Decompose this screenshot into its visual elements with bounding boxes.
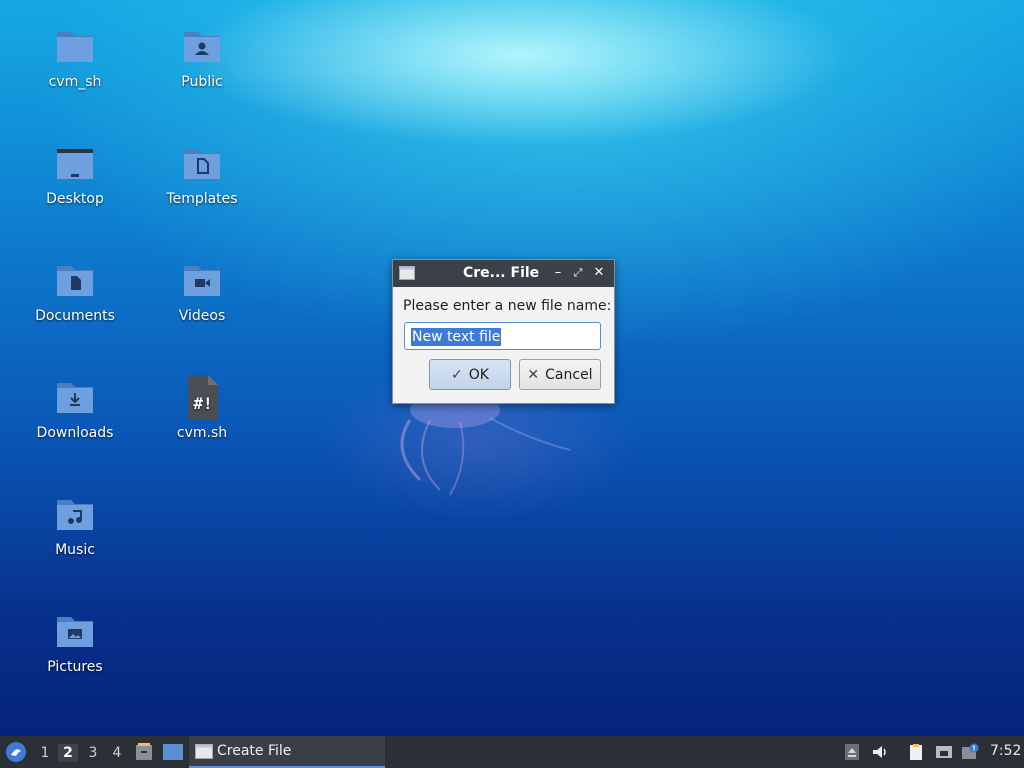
wallpaper-jellyfish: [400, 392, 571, 496]
workspace-3[interactable]: 3: [83, 744, 103, 762]
desktop-icon-pictures[interactable]: Pictures: [20, 607, 130, 707]
icon-label: Downloads: [36, 425, 114, 441]
folder-desktop-icon: [57, 149, 93, 179]
desktop-icon-cvm-sh-file[interactable]: #! cvm.sh: [147, 373, 257, 473]
folder-downloads-icon: [57, 383, 93, 413]
dialog-titlebar[interactable]: Cre... File – ⤢ ✕: [393, 260, 614, 287]
icon-label: cvm_sh: [48, 74, 102, 90]
icon-label: Public: [181, 74, 223, 90]
workspace-4[interactable]: 4: [107, 744, 127, 762]
folder-public-icon: [184, 32, 220, 62]
ok-button[interactable]: ✓ OK: [429, 359, 511, 390]
desktop-icon-documents[interactable]: Documents: [20, 256, 130, 356]
start-menu-icon[interactable]: [5, 741, 27, 763]
filename-input-value[interactable]: New text file: [411, 328, 502, 346]
desktop-icon-downloads[interactable]: Downloads: [20, 373, 130, 473]
workspace-2[interactable]: 2: [58, 744, 78, 762]
show-desktop-icon[interactable]: [162, 742, 184, 762]
clock[interactable]: 7:52: [990, 743, 1021, 759]
ok-button-label: OK: [468, 366, 489, 383]
filename-input[interactable]: New text file: [404, 322, 601, 350]
checkmark-icon: ✓: [451, 366, 463, 383]
folder-music-icon: [57, 500, 93, 530]
file-manager-icon[interactable]: [134, 742, 154, 762]
icon-label: Documents: [35, 308, 115, 324]
notification-icon[interactable]: [961, 743, 979, 761]
icon-label: cvm.sh: [176, 425, 228, 441]
task-label: Create File: [217, 743, 292, 759]
desktop-icon-templates[interactable]: Templates: [147, 139, 257, 239]
icon-label: Pictures: [47, 659, 103, 675]
desktop-icon-videos[interactable]: Videos: [147, 256, 257, 356]
eject-icon[interactable]: [843, 743, 861, 761]
folder-documents-icon: [57, 266, 93, 296]
cancel-x-icon: ✕: [527, 366, 540, 383]
taskbar-task-create-file[interactable]: Create File: [189, 736, 385, 768]
workspace-1[interactable]: 1: [35, 744, 55, 762]
window-icon: [399, 266, 415, 280]
window-icon: [195, 744, 213, 759]
icon-label: Desktop: [46, 191, 104, 207]
volume-icon[interactable]: [871, 743, 889, 761]
dialog-title: Cre... File: [463, 265, 540, 281]
dialog-prompt: Please enter a new file name:: [403, 298, 612, 314]
desktop-icon-cvm-sh[interactable]: cvm_sh: [20, 22, 130, 122]
clipboard-icon[interactable]: [907, 743, 925, 761]
script-file-icon: #!: [188, 375, 218, 419]
icon-label: Music: [55, 542, 95, 558]
minimize-icon[interactable]: –: [550, 265, 566, 281]
folder-pictures-icon: [57, 617, 93, 647]
maximize-icon[interactable]: ⤢: [570, 265, 586, 281]
icon-label: Templates: [166, 191, 238, 207]
create-file-dialog: Cre... File – ⤢ ✕ Please enter a new fil…: [392, 259, 615, 404]
desktop-background[interactable]: cvm_sh Public Desktop Templates Document…: [0, 0, 1024, 736]
close-icon[interactable]: ✕: [591, 265, 607, 281]
folder-templates-icon: [184, 149, 220, 179]
svg-text:#!: #!: [193, 394, 212, 413]
taskbar: 1 2 3 4 Create File 7:52: [0, 736, 1024, 768]
cancel-button-label: Cancel: [545, 366, 593, 383]
network-icon[interactable]: [935, 743, 953, 761]
cancel-button[interactable]: ✕ Cancel: [519, 359, 601, 390]
desktop-icon-music[interactable]: Music: [20, 490, 130, 590]
desktop-icon-desktop[interactable]: Desktop: [20, 139, 130, 239]
desktop-icon-public[interactable]: Public: [147, 22, 257, 122]
folder-videos-icon: [184, 266, 220, 296]
folder-icon: [57, 32, 93, 62]
icon-label: Videos: [178, 308, 226, 324]
